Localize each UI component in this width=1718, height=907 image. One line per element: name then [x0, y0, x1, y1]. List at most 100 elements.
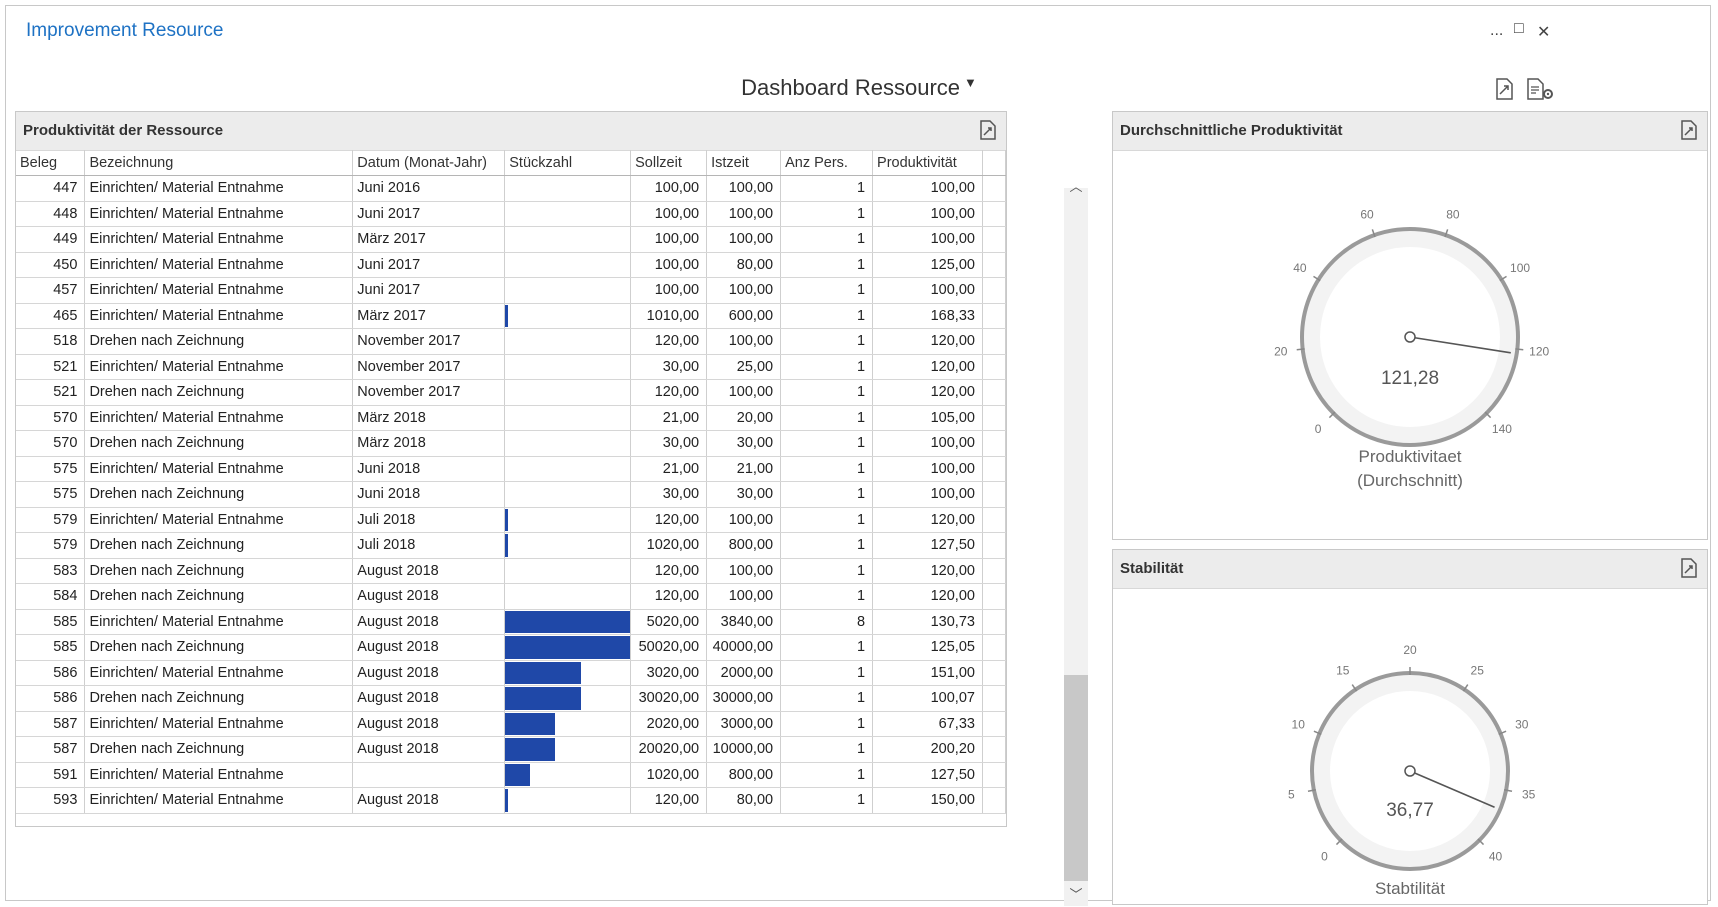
cell-anz-pers: 1 [780, 379, 874, 406]
filter-icon[interactable]: ▼ [964, 75, 977, 90]
cell-stueckzahl [504, 558, 632, 584]
column-header-datum[interactable]: Datum (Monat-Jahr) [352, 150, 506, 176]
cell-datum: März 2018 [352, 430, 506, 457]
table-row[interactable]: 587 Drehen nach Zeichnung August 2018 20020… [16, 736, 1007, 763]
export-stability-gauge-icon[interactable] [1680, 558, 1698, 578]
table-row[interactable]: 448 Einrichten/ Material Entnahme Juni 201… [16, 201, 1007, 227]
cell-beleg: 575 [16, 481, 86, 508]
table-row[interactable]: 591 Einrichten/ Material Entnahme 1020,00 8… [16, 762, 1007, 788]
column-header-bezeichnung[interactable]: Bezeichnung [84, 150, 354, 176]
cell-bezeichnung: Drehen nach Zeichnung [84, 328, 354, 355]
column-header-beleg[interactable]: Beleg [16, 150, 86, 176]
cell-produktivitaet: 100,00 [872, 430, 983, 457]
cell-sollzeit: 30020,00 [630, 685, 708, 712]
cell-stueckzahl [504, 328, 632, 355]
cell-spacer [982, 277, 1007, 304]
stab-gauge-tick-label: 25 [1471, 663, 1485, 677]
table-row[interactable]: 586 Drehen nach Zeichnung August 2018 30020… [16, 685, 1007, 712]
stab-gauge-value: 36,77 [1386, 800, 1434, 821]
cell-beleg: 587 [16, 736, 86, 763]
table-row[interactable]: 521 Einrichten/ Material Entnahme November… [16, 354, 1007, 380]
cell-produktivitaet: 120,00 [872, 507, 983, 533]
export-dashboard-icon[interactable] [1494, 78, 1514, 100]
table-row[interactable]: 449 Einrichten/ Material Entnahme März 201… [16, 226, 1007, 253]
cell-datum: August 2018 [352, 583, 506, 610]
table-row[interactable]: 465 Einrichten/ Material Entnahme März 201… [16, 303, 1007, 329]
table-row[interactable]: 518 Drehen nach Zeichnung November 2017 120… [16, 328, 1007, 355]
table-row[interactable]: 579 Drehen nach Zeichnung Juli 2018 1020,00… [16, 532, 1007, 559]
cell-bezeichnung: Einrichten/ Material Entnahme [84, 226, 354, 253]
cell-istzeit: 10000,00 [706, 736, 782, 763]
cell-bezeichnung: Drehen nach Zeichnung [84, 532, 354, 559]
dashboard-title: Dashboard Ressource ▼ [0, 75, 1718, 101]
cell-sollzeit: 1010,00 [630, 303, 708, 329]
cell-datum: Juli 2018 [352, 532, 506, 559]
close-button[interactable]: ✕ [1537, 22, 1550, 42]
scroll-up-arrow-icon[interactable]: ︿ [1064, 176, 1088, 195]
cell-istzeit: 30,00 [706, 430, 782, 457]
table-row[interactable]: 587 Einrichten/ Material Entnahme August 2… [16, 711, 1007, 737]
export-grid-icon[interactable] [979, 120, 997, 140]
grid-scroll-thumb[interactable] [1064, 675, 1088, 881]
table-row[interactable]: 586 Einrichten/ Material Entnahme August 2… [16, 660, 1007, 686]
cell-bezeichnung: Einrichten/ Material Entnahme [84, 252, 354, 278]
stab-gauge-tick-label: 20 [1403, 643, 1417, 657]
cell-istzeit: 40000,00 [706, 634, 782, 661]
table-row[interactable]: 575 Drehen nach Zeichnung Juni 2018 30,00 30… [16, 481, 1007, 508]
table-row[interactable]: 521 Drehen nach Zeichnung November 2017 120… [16, 379, 1007, 406]
table-row[interactable]: 583 Drehen nach Zeichnung August 2018 120,0… [16, 558, 1007, 584]
cell-stueckzahl [504, 481, 632, 508]
stueckzahl-bar [505, 738, 556, 761]
column-header-produktivitaet[interactable]: Produktivität [872, 150, 983, 176]
cell-produktivitaet: 100,00 [872, 456, 983, 482]
cell-datum: Juni 2018 [352, 456, 506, 482]
column-header-stueckzahl[interactable]: Stückzahl [504, 150, 632, 176]
more-options-button[interactable]: ... [1490, 22, 1503, 40]
cell-datum: August 2018 [352, 711, 506, 737]
export-avg-gauge-icon[interactable] [1680, 120, 1698, 140]
table-row[interactable]: 575 Einrichten/ Material Entnahme Juni 201… [16, 456, 1007, 482]
scroll-down-arrow-icon[interactable]: ﹀ [1064, 884, 1088, 903]
table-row[interactable]: 585 Einrichten/ Material Entnahme August 2… [16, 609, 1007, 635]
column-header-sollzeit[interactable]: Sollzeit [630, 150, 708, 176]
cell-anz-pers: 1 [780, 456, 874, 482]
cell-anz-pers: 1 [780, 532, 874, 559]
cell-sollzeit: 120,00 [630, 558, 708, 584]
cell-datum: Juni 2016 [352, 175, 506, 202]
cell-istzeit: 80,00 [706, 252, 782, 278]
cell-bezeichnung: Einrichten/ Material Entnahme [84, 660, 354, 686]
table-row[interactable]: 570 Einrichten/ Material Entnahme März 201… [16, 405, 1007, 431]
table-row[interactable]: 584 Drehen nach Zeichnung August 2018 120,0… [16, 583, 1007, 610]
cell-anz-pers: 1 [780, 328, 874, 355]
cell-datum: November 2017 [352, 328, 506, 355]
table-row[interactable]: 570 Drehen nach Zeichnung März 2018 30,00 30… [16, 430, 1007, 457]
column-header-anz-pers[interactable]: Anz Pers. [780, 150, 874, 176]
table-row[interactable]: 593 Einrichten/ Material Entnahme August 2… [16, 787, 1007, 814]
cell-beleg: 575 [16, 456, 86, 482]
cell-spacer [982, 201, 1007, 227]
dashboard-settings-icon[interactable] [1526, 78, 1556, 100]
cell-stueckzahl [504, 405, 632, 431]
maximize-button[interactable]: □ [1514, 20, 1524, 38]
cell-sollzeit: 120,00 [630, 583, 708, 610]
table-row[interactable]: 579 Einrichten/ Material Entnahme Juli 201… [16, 507, 1007, 533]
table-row[interactable]: 447 Einrichten/ Material Entnahme Juni 201… [16, 175, 1007, 202]
cell-stueckzahl [504, 762, 632, 788]
cell-bezeichnung: Drehen nach Zeichnung [84, 481, 354, 508]
table-row[interactable]: 585 Drehen nach Zeichnung August 2018 50020… [16, 634, 1007, 661]
table-row[interactable]: 450 Einrichten/ Material Entnahme Juni 201… [16, 252, 1007, 278]
cell-sollzeit: 100,00 [630, 175, 708, 202]
cell-spacer [982, 583, 1007, 610]
cell-datum: Juli 2018 [352, 507, 506, 533]
cell-stueckzahl [504, 583, 632, 610]
cell-istzeit: 30000,00 [706, 685, 782, 712]
cell-anz-pers: 1 [780, 430, 874, 457]
cell-anz-pers: 1 [780, 201, 874, 227]
column-header-istzeit[interactable]: Istzeit [706, 150, 782, 176]
cell-produktivitaet: 127,50 [872, 532, 983, 559]
table-row[interactable]: 457 Einrichten/ Material Entnahme Juni 201… [16, 277, 1007, 304]
avg-productivity-panel: Durchschnittliche Produktivität 0 20 40 60 8… [1112, 111, 1708, 540]
productivity-grid-panel: Produktivität der Ressource Beleg Bezeic… [15, 111, 1007, 827]
cell-produktivitaet: 120,00 [872, 328, 983, 355]
cell-beleg: 465 [16, 303, 86, 329]
